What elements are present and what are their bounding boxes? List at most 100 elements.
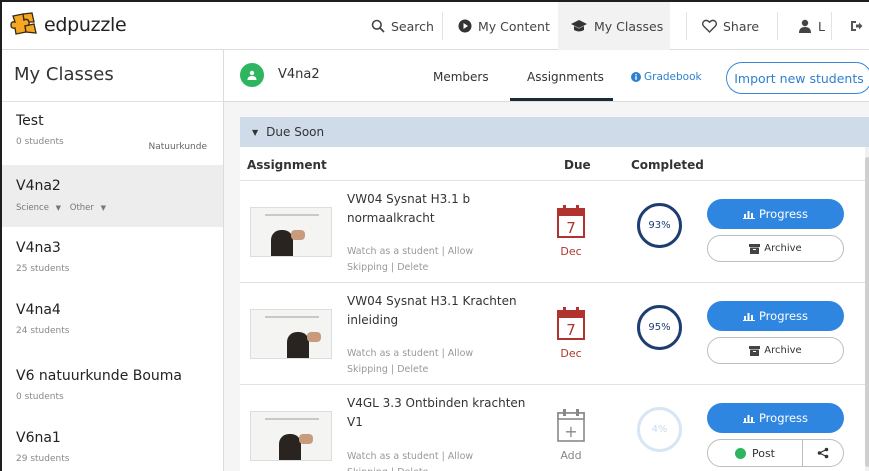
nav-my-content[interactable]: My Content	[458, 2, 550, 50]
due-soon-section-header[interactable]: ▼ Due Soon	[240, 117, 869, 147]
archive-button[interactable]: Archive	[707, 235, 844, 262]
chevron-down-icon: ▼	[55, 204, 62, 212]
column-assignment: Assignment	[247, 158, 327, 172]
video-thumbnail[interactable]	[250, 207, 332, 257]
completion-percent: 4%	[651, 424, 668, 435]
user-icon	[799, 19, 811, 33]
puzzle-logo-icon	[10, 12, 37, 35]
sidebar-class-v6na1[interactable]: V6na1 29 students	[2, 430, 223, 471]
class-title: V4na2	[278, 67, 320, 82]
class-name: V4na3	[16, 240, 61, 256]
scrollbar-thumb[interactable]	[865, 157, 869, 467]
class-name: V6na1	[16, 430, 61, 446]
sidebar-class-v4na2[interactable]: V4na2 Science ▼ Other ▼	[2, 165, 223, 227]
scrollbar[interactable]	[865, 147, 869, 471]
bar-chart-icon	[742, 313, 755, 321]
assignment-actions: Watch as a student | AllowSkipping | Del…	[347, 246, 474, 273]
watch-as-student-link[interactable]: Watch as a student	[347, 348, 439, 359]
sidebar-class-v4na4[interactable]: V4na4 24 students	[2, 302, 223, 352]
info-icon	[631, 72, 641, 82]
logout-button[interactable]	[849, 2, 869, 50]
sidebar-class-test[interactable]: Test 0 students Natuurkunde	[2, 113, 223, 163]
delete-link[interactable]: Delete	[397, 262, 428, 273]
play-circle-icon	[458, 19, 472, 33]
assignments-panel: ▼ Due Soon Assignment Due Completed VW04…	[224, 102, 869, 471]
watch-as-student-link[interactable]: Watch as a student	[347, 246, 439, 257]
nav-share-label: Share	[723, 18, 760, 34]
video-thumbnail[interactable]	[250, 309, 332, 359]
archive-button[interactable]: Archive	[707, 337, 844, 364]
due-day: 7	[566, 219, 576, 237]
delete-link[interactable]: Delete	[397, 467, 428, 471]
chevron-down-icon: ▼	[100, 204, 106, 212]
nav-user-menu[interactable]: L	[798, 2, 825, 50]
table-header: Assignment Due Completed	[240, 147, 869, 181]
section-title: Due Soon	[266, 125, 325, 139]
group-icon	[247, 70, 257, 80]
class-avatar	[240, 63, 264, 87]
bar-chart-icon	[742, 415, 755, 423]
add-symbol: +	[564, 422, 577, 441]
assignment-title[interactable]: VW04 Sysnat H3.1 Krachten inleiding	[347, 292, 527, 330]
nav-my-classes[interactable]: My Classes	[558, 2, 670, 50]
share-button[interactable]	[803, 439, 844, 467]
share-icon	[817, 447, 829, 459]
nav-divider	[831, 12, 832, 40]
nav-my-content-label: My Content	[478, 18, 550, 34]
nav-divider	[777, 12, 778, 40]
class-student-count: 0 students	[16, 392, 64, 402]
filter-subject[interactable]: Science	[16, 203, 49, 213]
completion-ring: 4%	[637, 407, 682, 452]
class-subject: Natuurkunde	[148, 142, 207, 152]
assignment-actions: Watch as a student | AllowSkipping | Del…	[347, 449, 517, 471]
progress-button[interactable]: Progress	[707, 403, 844, 433]
assignment-title[interactable]: VW04 Sysnat H3.1 b normaalkracht	[347, 190, 527, 228]
class-name: V4na2	[16, 178, 61, 194]
search-icon	[371, 19, 385, 33]
tab-assignments[interactable]: Assignments	[527, 70, 604, 84]
class-name: V6 natuurkunde Bouma	[16, 368, 183, 384]
class-sidebar: My Classes Test 0 students Natuurkunde V…	[2, 50, 224, 471]
calendar-icon[interactable]: 7	[556, 303, 586, 343]
delete-link[interactable]: Delete	[397, 364, 428, 375]
class-header: V4na2 Members Assignments Gradebook Impo…	[224, 50, 869, 102]
filter-grade[interactable]: Other	[70, 203, 94, 213]
caret-down-icon: ▼	[252, 127, 259, 137]
tab-gradebook[interactable]: Gradebook	[631, 71, 702, 83]
class-student-count: 25 students	[16, 264, 70, 274]
nav-divider	[442, 12, 443, 40]
sidebar-class-v6-natuurkunde-bouma[interactable]: V6 natuurkunde Bouma 0 students	[2, 368, 223, 418]
completion-percent: 95%	[648, 322, 671, 333]
assignments-table: Assignment Due Completed VW04 Sysnat H3.…	[240, 147, 869, 471]
nav-search[interactable]: Search	[371, 2, 434, 50]
assignment-title[interactable]: V4GL 3.3 Ontbinden krachten V1	[347, 394, 527, 432]
video-thumbnail[interactable]	[250, 411, 332, 461]
bar-chart-icon	[742, 211, 755, 219]
sidebar-class-v4na3[interactable]: V4na3 25 students	[2, 240, 223, 290]
column-completed: Completed	[631, 158, 704, 172]
active-tab-indicator	[510, 98, 613, 101]
nav-my-classes-label: My Classes	[594, 18, 664, 34]
post-button[interactable]: Post	[707, 439, 803, 467]
calendar-icon[interactable]: 7	[556, 201, 586, 241]
import-students-button[interactable]: Import new students	[726, 62, 869, 94]
user-initial: L	[818, 18, 825, 34]
watch-as-student-link[interactable]: Watch as a student	[347, 451, 439, 462]
add-due-date-icon[interactable]: +	[556, 405, 586, 445]
tab-members[interactable]: Members	[433, 70, 489, 84]
nav-share[interactable]: Share	[702, 2, 759, 50]
brand-name: edpuzzle	[44, 14, 127, 36]
progress-button[interactable]: Progress	[707, 199, 844, 229]
table-row: V4GL 3.3 Ontbinden krachten V1 Watch as …	[240, 386, 869, 471]
nav-search-label: Search	[391, 18, 434, 34]
graduation-cap-icon	[571, 20, 587, 32]
edpuzzle-logo[interactable]: edpuzzle	[10, 12, 127, 38]
assignment-actions: Watch as a student | AllowSkipping | Del…	[347, 348, 474, 375]
class-student-count: 24 students	[16, 326, 70, 336]
class-name: Test	[16, 113, 44, 129]
archive-icon	[749, 345, 761, 356]
add-due-date-label[interactable]: Add	[556, 449, 586, 462]
class-name: V4na4	[16, 302, 61, 318]
progress-button[interactable]: Progress	[707, 301, 844, 331]
play-icon	[734, 447, 746, 459]
